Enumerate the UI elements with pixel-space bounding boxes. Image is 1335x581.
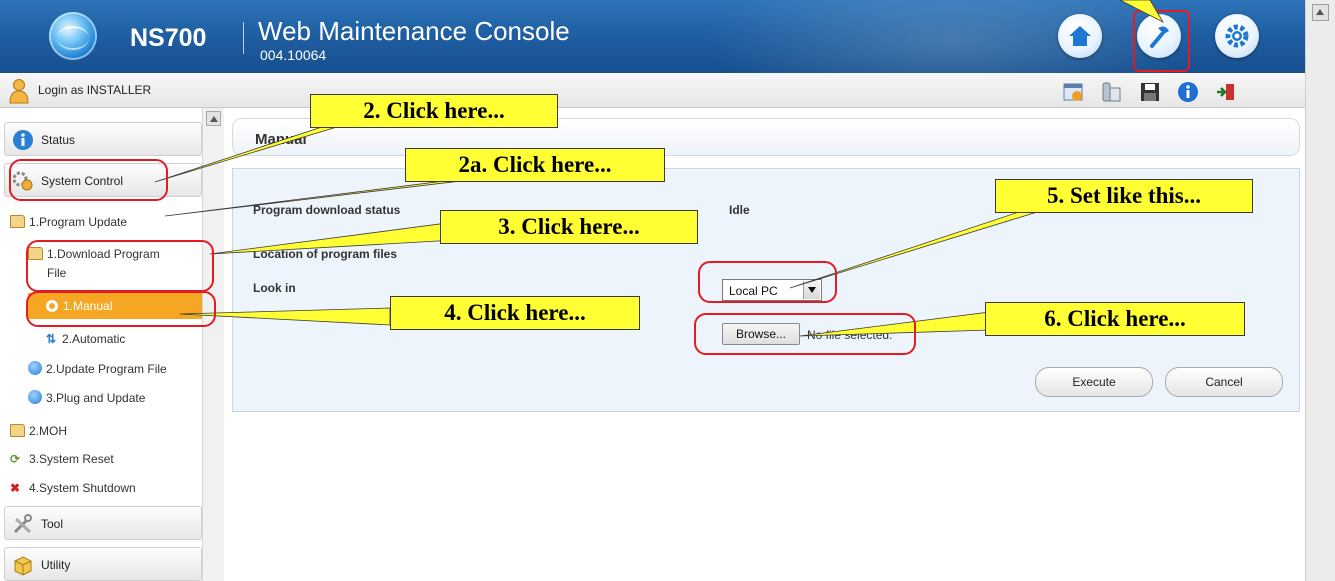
tree-item-label: 3.System Reset [29, 452, 114, 466]
sort-arrows-icon: ⇅ [46, 332, 57, 346]
execute-button[interactable]: Execute [1035, 367, 1153, 397]
tree-item-label: File [47, 266, 67, 280]
gears-icon [12, 171, 33, 191]
look-in-select[interactable]: Local PC [722, 279, 822, 301]
tree-item-label: 2.Update Program File [46, 362, 167, 376]
sidebar-item-label: Status [41, 133, 76, 147]
home-button[interactable] [1058, 14, 1102, 58]
scroll-up-arrow-icon[interactable] [206, 111, 221, 126]
info-icon [13, 130, 33, 150]
page-title: Manual [255, 131, 307, 148]
tree-item-download-program-file-cont[interactable]: File [47, 266, 66, 280]
sidebar-item-label: Utility [41, 558, 71, 572]
tree-item-plug-and-update[interactable]: 3.Plug and Update [28, 390, 145, 405]
chevron-down-icon[interactable] [803, 281, 820, 299]
login-bar: Login as INSTALLER [0, 73, 1305, 108]
tree-item-moh[interactable]: 2.MOH [10, 424, 67, 438]
app-title: Web Maintenance Console [258, 16, 570, 46]
manual-gear-icon [46, 300, 58, 312]
scroll-up-arrow-icon[interactable] [1312, 4, 1329, 21]
browse-button[interactable]: Browse... [722, 323, 800, 345]
globe-logo-icon [49, 12, 97, 60]
info-icon [28, 390, 42, 404]
sidebar-item-tool[interactable]: Tool [4, 506, 202, 540]
folder-open-icon [10, 215, 25, 228]
tree-item-label: 1.Manual [63, 299, 113, 313]
home-icon [1069, 26, 1091, 46]
tree-item-label: 2.MOH [29, 424, 68, 438]
tree-item-label: 3.Plug and Update [46, 391, 146, 405]
tree-item-label: 4.System Shutdown [29, 481, 136, 495]
setup-button[interactable] [1215, 14, 1259, 58]
app-version: 004.10064 [260, 47, 327, 63]
tree-item-label: 1.Download Program [47, 247, 160, 261]
tree-item-label: 1.Program Update [29, 215, 128, 229]
tree-item-manual[interactable]: 1.Manual [28, 293, 204, 319]
logout-icon[interactable] [1215, 81, 1237, 103]
sidebar-item-status[interactable]: Status [4, 122, 202, 156]
sidebar-item-utility[interactable]: Utility [4, 547, 202, 581]
sidebar-item-system-control[interactable]: System Control [4, 163, 202, 197]
tree-item-program-update[interactable]: 1.Program Update [10, 215, 127, 229]
cancel-button[interactable]: Cancel [1165, 367, 1283, 397]
login-status: Login as INSTALLER [38, 83, 152, 97]
product-name: NS700 [130, 24, 207, 52]
calendar-icon[interactable] [1062, 81, 1084, 103]
tools-icon [13, 514, 32, 534]
sidebar-scrollbar[interactable] [202, 108, 224, 581]
sidebar-item-label: Tool [41, 517, 64, 531]
tree-item-system-reset[interactable]: ⟳ 3.System Reset [10, 452, 114, 466]
info-icon[interactable] [1177, 81, 1199, 103]
title-divider [243, 22, 244, 54]
location-label: Location of program files [253, 247, 398, 261]
maintenance-highlight-ring [1133, 10, 1190, 72]
box-icon [14, 556, 32, 576]
main-content: Manual Program download status Idle Loca… [224, 108, 1305, 581]
tree-item-system-shutdown[interactable]: ✖ 4.System Shutdown [10, 481, 136, 495]
shutdown-x-icon: ✖ [10, 481, 21, 495]
app-header: NS700 Web Maintenance Console 004.10064 [0, 0, 1305, 73]
page-header: Manual [232, 118, 1300, 156]
gear-icon [1225, 24, 1249, 48]
program-download-status-label: Program download status [253, 203, 401, 217]
phone-icon[interactable] [1100, 81, 1122, 103]
folder-icon [10, 424, 25, 437]
sidebar-item-label: System Control [41, 174, 124, 188]
info-icon [28, 361, 42, 375]
look-in-value: Local PC [729, 284, 778, 298]
reset-icon: ⟳ [10, 452, 21, 466]
header-shine [700, 0, 1200, 73]
save-icon[interactable] [1139, 81, 1161, 103]
tree-item-automatic[interactable]: ⇅ 2.Automatic [46, 332, 125, 346]
folder-open-icon [28, 247, 43, 260]
sidebar: Status System Control 1.Program Update 1… [0, 108, 224, 581]
user-icon [9, 79, 29, 104]
page-scrollbar[interactable] [1305, 0, 1335, 581]
look-in-label: Look in [253, 281, 296, 295]
program-download-status-value: Idle [729, 203, 750, 217]
tree-item-label: 2.Automatic [62, 332, 126, 346]
tree-item-update-program-file[interactable]: 2.Update Program File [28, 361, 167, 376]
settings-panel: Program download status Idle Location of… [232, 168, 1300, 412]
file-status: No file selected. [807, 328, 893, 342]
tree-item-download-program-file[interactable]: 1.Download Program [28, 247, 160, 261]
